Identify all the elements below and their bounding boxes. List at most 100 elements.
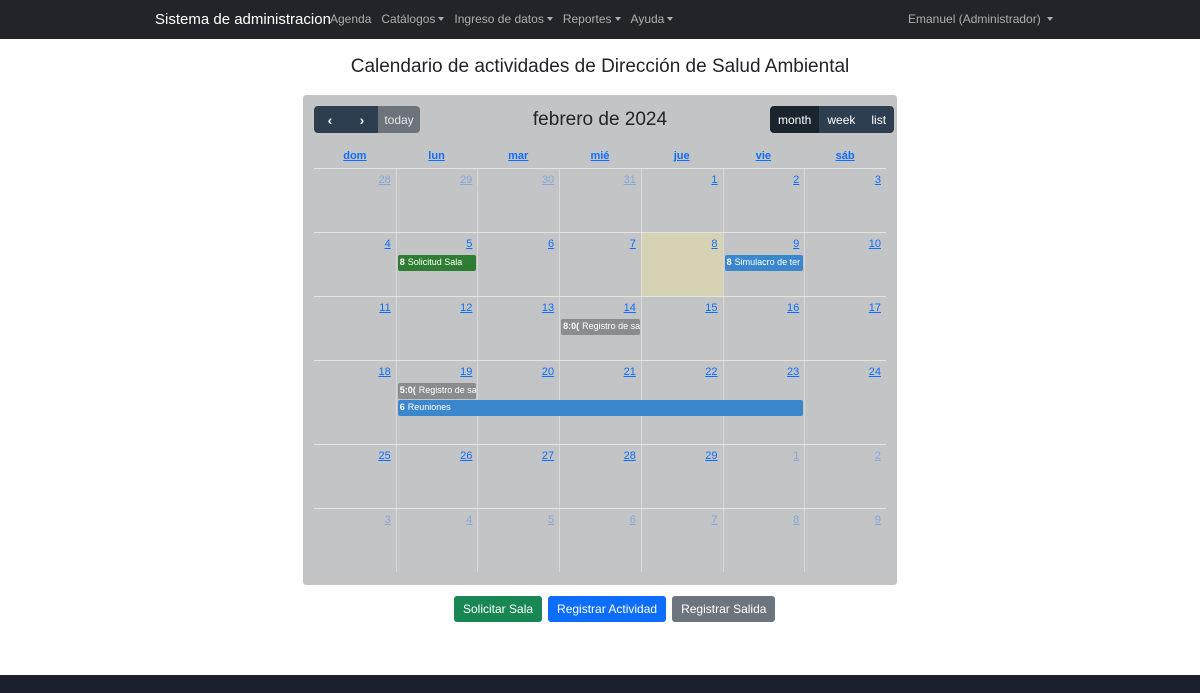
day-number[interactable]: 8 [793,514,799,526]
day-number[interactable]: 8 [711,238,717,250]
day-number[interactable]: 26 [460,450,472,462]
dow-label[interactable]: dom [314,150,396,167]
calendar-day-cell[interactable]: 7 [640,509,723,572]
day-number[interactable]: 10 [869,238,881,250]
day-number[interactable]: 1 [793,450,799,462]
day-number[interactable]: 9 [793,238,799,250]
calendar-day-cell[interactable]: 4 [395,509,478,572]
day-number[interactable]: 24 [869,366,881,378]
day-number[interactable]: 14 [624,302,636,314]
nav-item-catalogos[interactable]: Catálogos [381,12,445,26]
day-number[interactable]: 4 [385,238,391,250]
calendar-day-cell[interactable]: 9 [804,509,886,572]
day-number[interactable]: 28 [378,174,390,186]
dow-label[interactable]: jue [641,150,723,167]
calendar-day-cell[interactable]: 12 [395,297,478,360]
day-number[interactable]: 5 [548,514,554,526]
day-number[interactable]: 13 [542,302,554,314]
calendar-day-cell[interactable]: 6 [477,233,559,296]
nav-item-ayuda[interactable]: Ayuda [631,12,674,26]
day-number[interactable]: 29 [705,450,717,462]
day-number[interactable]: 23 [787,366,799,378]
day-number[interactable]: 22 [705,366,717,378]
calendar-day-cell[interactable]: 5 [477,509,559,572]
calendar-day-cell[interactable]: 25 [314,445,396,508]
calendar-day-cell[interactable]: 7 [559,233,641,296]
calendar-day-cell[interactable]: 1 [722,445,805,508]
day-number[interactable]: 11 [379,302,390,314]
day-number[interactable]: 2 [793,174,799,186]
calendar-day-cell[interactable]: 3 [314,509,396,572]
view-list-button[interactable]: list [863,106,895,133]
calendar-day-cell[interactable]: 3 [804,169,886,232]
calendar-event[interactable]: 5:0(Registro de sa [397,383,477,399]
calendar-day-cell[interactable]: 17 [804,297,886,360]
calendar-day-cell[interactable]: 27 [477,445,559,508]
calendar-day-cell[interactable]: 15 [640,297,723,360]
calendar-event[interactable]: 8:0(Registro de sa [561,319,640,335]
dow-label[interactable]: mié [559,150,641,167]
day-number[interactable]: 5 [466,238,472,250]
calendar-day-cell[interactable]: 10 [804,233,886,296]
calendar-event[interactable]: 8 Solicitud Sala [397,255,477,271]
calendar-day-cell[interactable]: 29 [395,169,478,232]
calendar-day-cell[interactable]: 1 [640,169,723,232]
view-month-button[interactable]: month [770,106,820,133]
day-number[interactable]: 12 [460,302,472,314]
calendar-day-cell[interactable]: 24 [804,361,886,444]
day-number[interactable]: 2 [875,450,881,462]
nav-item-agenda[interactable]: Agenda [330,12,371,26]
dow-label[interactable]: sáb [804,150,886,167]
day-number[interactable]: 3 [875,174,881,186]
calendar-day-cell[interactable]: 13 [477,297,559,360]
calendar-day-cell[interactable]: 30 [477,169,559,232]
day-number[interactable]: 6 [548,238,554,250]
calendar-day-cell[interactable]: 28 [559,445,641,508]
calendar-event[interactable]: 6 Reuniones [397,400,804,416]
day-number[interactable]: 9 [875,514,881,526]
day-number[interactable]: 30 [542,174,554,186]
calendar-day-cell[interactable]: 8 [722,509,805,572]
dow-label[interactable]: mar [477,150,559,167]
day-number[interactable]: 27 [542,450,554,462]
nav-item-reportes[interactable]: Reportes [563,12,621,26]
nav-item-ingreso-datos[interactable]: Ingreso de datos [454,12,553,26]
calendar-day-cell[interactable]: 6 [559,509,641,572]
day-number[interactable]: 31 [624,174,636,186]
day-number[interactable]: 28 [624,450,636,462]
day-number[interactable]: 1 [711,174,717,186]
calendar-day-cell[interactable]: 26 [395,445,478,508]
day-number[interactable]: 7 [630,238,636,250]
day-number[interactable]: 20 [542,366,554,378]
calendar-day-cell[interactable]: 11 [314,297,396,360]
register-activity-button[interactable]: Registrar Actividad [548,596,667,622]
request-room-button[interactable]: Solicitar Sala [454,596,543,622]
day-number[interactable]: 25 [378,450,390,462]
day-number[interactable]: 17 [869,302,881,314]
dow-label[interactable]: vie [723,150,805,167]
calendar-day-cell[interactable]: 2 [722,169,805,232]
day-number[interactable]: 3 [385,514,391,526]
calendar-day-cell[interactable]: 31 [559,169,641,232]
calendar-day-cell[interactable]: 4 [314,233,396,296]
day-number[interactable]: 18 [378,366,390,378]
calendar-day-cell[interactable]: 16 [722,297,805,360]
day-number[interactable]: 15 [705,302,717,314]
brand-link[interactable]: Sistema de administracion [155,11,331,28]
calendar-event[interactable]: 8 Simulacro de ter [724,255,804,271]
calendar-day-cell[interactable]: 29 [640,445,723,508]
day-number[interactable]: 29 [460,174,472,186]
dow-label[interactable]: lun [396,150,478,167]
view-week-button[interactable]: week [819,106,864,133]
day-number[interactable]: 4 [466,514,472,526]
calendar-day-cell[interactable]: 18 [314,361,396,444]
calendar-day-cell[interactable]: 28 [314,169,396,232]
day-number[interactable]: 21 [624,366,636,378]
calendar-day-cell[interactable]: 8 [640,233,723,296]
day-number[interactable]: 7 [711,514,717,526]
register-exit-button[interactable]: Registrar Salida [672,596,776,622]
user-menu[interactable]: Emanuel (Administrador) [908,12,1053,26]
day-number[interactable]: 6 [630,514,636,526]
day-number[interactable]: 19 [460,366,472,378]
calendar-day-cell[interactable]: 2 [804,445,886,508]
